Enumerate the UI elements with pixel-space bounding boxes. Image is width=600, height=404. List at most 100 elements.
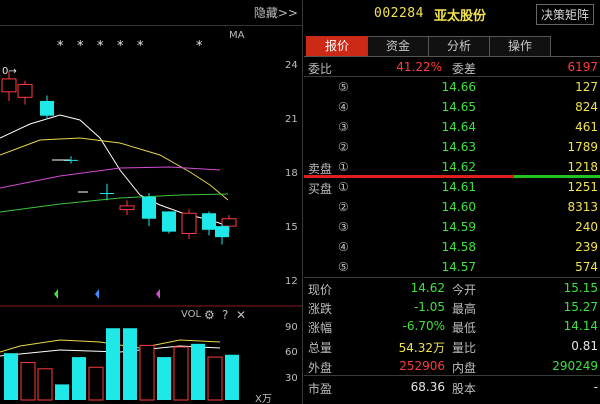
order-index: ③ (338, 120, 349, 134)
volume-bar (225, 354, 239, 400)
star-mark: * (137, 39, 144, 54)
weicha-label: 委差 (452, 62, 477, 76)
order-volume: 1789 (567, 140, 598, 154)
quote-value: 0.81 (571, 339, 598, 353)
candle-body (221, 218, 237, 227)
signal-arrow-icon (54, 289, 58, 299)
sell-order-row[interactable]: ④ 14.65 824 (304, 97, 600, 117)
quote-label: 外盘 (308, 361, 333, 375)
buy-order-row[interactable]: ③ 14.59 240 (304, 217, 600, 237)
candle-body (1, 78, 17, 93)
tab-analysis[interactable]: 分析 (428, 36, 490, 56)
price-tick-12: 12 (285, 276, 298, 287)
decision-matrix-button[interactable]: 决策矩阵 (535, 4, 594, 25)
star-mark: * (77, 39, 84, 54)
sell-order-row[interactable]: 卖盘 ① 14.62 1218 (304, 157, 600, 177)
quote-label: 涨幅 (308, 321, 333, 335)
panel-separator (302, 0, 303, 404)
weibi-value: 41.22% (396, 60, 442, 74)
volume-bar (37, 368, 53, 401)
volume-bar (20, 362, 36, 401)
candle-body (100, 193, 114, 194)
volume-bar (207, 356, 223, 401)
kline-chart[interactable]: MA 24 21 18 15 12 * * * * * * 0→ VOL ⚙ ?… (0, 0, 302, 404)
quote-row: 市盈 68.36 股本 - (304, 377, 600, 397)
kline-chart-area[interactable]: 隐藏>> MA 24 21 18 15 12 * * * * * * 0→ VO… (0, 0, 303, 404)
order-index: ① (338, 180, 349, 194)
ma-label: MA (229, 30, 245, 41)
settings-gear-icon[interactable]: ⚙ (204, 308, 215, 322)
candle-body (202, 213, 216, 230)
quote-label: 最低 (452, 321, 477, 335)
order-side-label: 买盘 (308, 182, 333, 196)
vol-label: VOL (181, 309, 202, 320)
candle-body (17, 83, 33, 98)
buy-order-row[interactable]: ④ 14.58 239 (304, 237, 600, 257)
candle-body (181, 212, 197, 234)
ma-line-white (0, 114, 229, 227)
candle-body (119, 205, 135, 211)
volume-bar (4, 353, 18, 400)
order-volume: 8313 (567, 200, 598, 214)
order-price: 14.62 (441, 160, 476, 174)
volume-bar (88, 366, 104, 401)
order-index: ④ (338, 100, 349, 114)
price-tick-24: 24 (285, 60, 298, 71)
order-price: 14.59 (441, 220, 476, 234)
buy-order-row[interactable]: ② 14.60 8313 (304, 197, 600, 217)
quote-row: 总量 54.32万 量比 0.81 (304, 336, 600, 356)
quote-row: 外盘 252906 内盘 290249 (304, 356, 600, 376)
quote-label: 涨跌 (308, 302, 333, 316)
order-index: ① (338, 160, 349, 174)
quote-value: - (593, 380, 598, 394)
quote-label: 股本 (452, 382, 477, 396)
quote-label: 今开 (452, 283, 477, 297)
price-tick-18: 18 (285, 168, 298, 179)
weibi-row: 委比 41.22% 委差 6197 (304, 57, 600, 77)
order-price: 14.61 (441, 180, 476, 194)
order-index: ② (338, 140, 349, 154)
volume-bar (123, 328, 137, 400)
quote-tabs: 报价 资金 分析 操作 (304, 36, 600, 57)
candle-body (40, 101, 54, 116)
buy-order-row[interactable]: ⑤ 14.57 574 (304, 257, 600, 277)
sell-order-row[interactable]: ⑤ 14.66 127 (304, 77, 600, 97)
candlestick-series (1, 71, 237, 245)
quote-value: 15.15 (563, 281, 598, 295)
stock-name: 亚太股份 (434, 9, 487, 24)
star-mark: * (196, 39, 203, 54)
order-price: 14.63 (441, 140, 476, 154)
quote-row: 现价 14.62 今开 15.15 (304, 278, 600, 298)
order-price: 14.66 (441, 80, 476, 94)
volume-bar (55, 384, 69, 400)
star-mark: * (117, 39, 124, 54)
order-price: 14.58 (441, 240, 476, 254)
quote-label: 内盘 (452, 361, 477, 375)
candle-body (142, 196, 156, 219)
tab-operation[interactable]: 操作 (489, 36, 551, 56)
quote-value: 68.36 (410, 380, 445, 394)
quote-label: 量比 (452, 341, 477, 355)
star-mark: * (97, 39, 104, 54)
price-tick-21: 21 (285, 114, 298, 125)
order-volume: 824 (575, 100, 598, 114)
close-icon[interactable]: ✕ (236, 308, 246, 322)
volume-bar (139, 344, 155, 401)
weibi-label: 委比 (308, 62, 333, 76)
help-icon[interactable]: ? (222, 308, 228, 322)
order-price: 14.60 (441, 200, 476, 214)
signal-stars: * * * * * * (57, 39, 203, 54)
tab-quote[interactable]: 报价 (306, 36, 368, 56)
weicha-value: 6197 (567, 60, 598, 74)
sell-order-row[interactable]: ③ 14.64 461 (304, 117, 600, 137)
quote-label: 现价 (308, 283, 333, 297)
buy-order-row[interactable]: 买盘 ① 14.61 1251 (304, 177, 600, 197)
quote-row: 涨幅 -6.70% 最低 14.14 (304, 316, 600, 336)
quote-row: 涨跌 -1.05 最高 15.27 (304, 297, 600, 317)
sell-order-row[interactable]: ② 14.63 1789 (304, 137, 600, 157)
vol-unit: X万 (255, 394, 272, 404)
divider (304, 375, 600, 376)
order-index: ② (338, 200, 349, 214)
order-volume: 461 (575, 120, 598, 134)
tab-funds[interactable]: 资金 (367, 36, 429, 56)
